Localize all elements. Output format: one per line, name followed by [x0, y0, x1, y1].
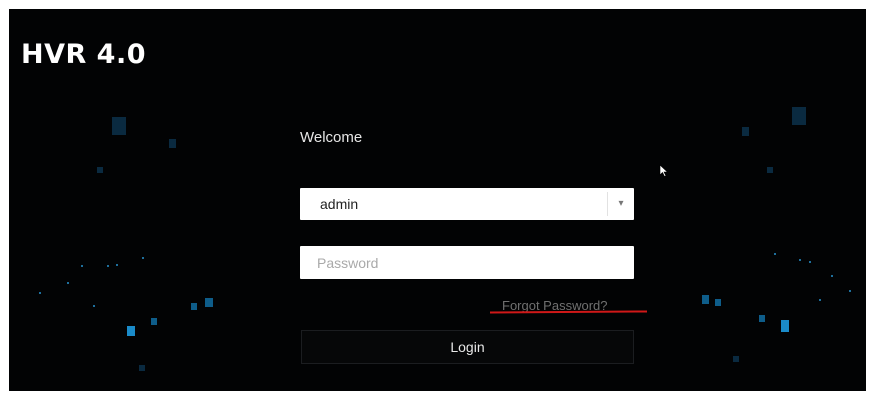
password-input[interactable]: [300, 246, 634, 279]
username-select[interactable]: admin ▾: [300, 188, 634, 220]
login-screen: HVR 4.0 Welcome admin ▾ Forgot Password?…: [9, 9, 866, 391]
username-value: admin: [320, 196, 359, 212]
red-annotation-underline: [489, 310, 648, 314]
chevron-down-icon[interactable]: ▾: [607, 192, 634, 216]
login-button[interactable]: Login: [301, 330, 634, 364]
welcome-heading: Welcome: [300, 129, 363, 146]
mouse-pointer-icon: [659, 164, 668, 177]
app-logo: HVR 4.0: [21, 39, 147, 70]
